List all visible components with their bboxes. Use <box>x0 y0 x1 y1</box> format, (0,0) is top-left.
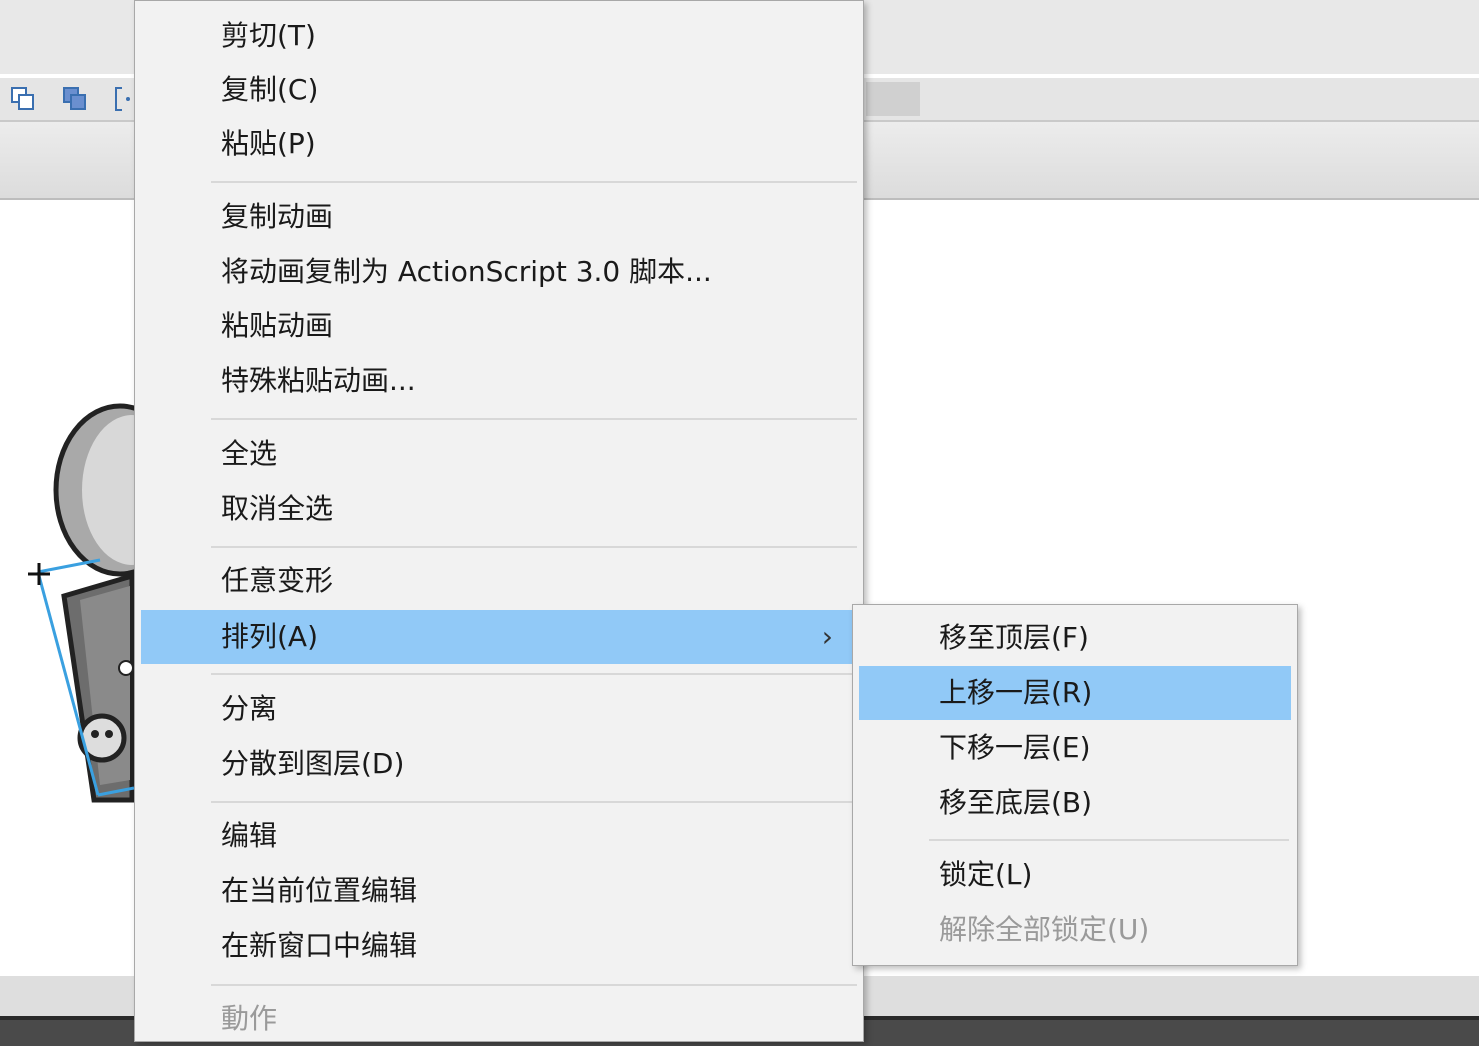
submenu-item-send-to-back[interactable]: 移至底层(B) <box>859 776 1291 830</box>
menu-item-copy-motion[interactable]: 复制动画 <box>141 190 853 244</box>
menu-item-paste[interactable]: 粘贴(P) <box>141 117 853 171</box>
menu-separator <box>211 673 857 675</box>
menu-separator <box>211 418 857 420</box>
menu-separator <box>929 839 1289 841</box>
submenu-item-bring-forward[interactable]: 上移一层(R) <box>859 666 1291 720</box>
submenu-item-bring-to-front[interactable]: 移至顶层(F) <box>859 611 1291 665</box>
bring-to-front-icon[interactable] <box>8 84 38 114</box>
chevron-right-icon: › <box>821 620 833 653</box>
menu-item-deselect-all[interactable]: 取消全选 <box>141 482 853 536</box>
submenu-item-send-backward[interactable]: 下移一层(E) <box>859 721 1291 775</box>
submenu-item-unlock-all: 解除全部锁定(U) <box>939 913 1150 946</box>
menu-item-arrange[interactable]: 排列(A) › <box>141 610 853 664</box>
context-menu: 剪切(T) 复制(C) 粘贴(P) 复制动画 将动画复制为 ActionScri… <box>134 0 864 1042</box>
menu-item-copy[interactable]: 复制(C) <box>141 63 853 117</box>
menu-item-cut[interactable]: 剪切(T) <box>141 9 853 63</box>
menu-item-paste-motion[interactable]: 粘贴动画 <box>141 299 853 353</box>
menu-item-select-all[interactable]: 全选 <box>141 427 853 481</box>
menu-item-distribute-to-layers[interactable]: 分散到图层(D) <box>141 737 853 791</box>
menu-item-edit-in-new-window[interactable]: 在新窗口中编辑 <box>141 919 853 973</box>
arrange-submenu: 移至顶层(F) 上移一层(R) 下移一层(E) 移至底层(B) 锁定(L) 解除… <box>852 604 1298 966</box>
menu-item-free-transform[interactable]: 任意变形 <box>141 554 853 608</box>
menu-separator <box>211 984 857 986</box>
menu-item-edit-in-place[interactable]: 在当前位置编辑 <box>141 864 853 918</box>
menu-item-break-apart[interactable]: 分离 <box>141 682 853 736</box>
menu-item-paste-motion-special[interactable]: 特殊粘贴动画... <box>141 354 853 408</box>
menu-separator <box>211 801 857 803</box>
menu-item-arrange-label: 排列(A) <box>221 620 319 653</box>
send-to-back-icon[interactable] <box>60 84 90 114</box>
submenu-item-lock[interactable]: 锁定(L) <box>859 848 1291 902</box>
toolbar-field[interactable] <box>866 82 920 116</box>
menu-separator <box>211 546 857 548</box>
menu-item-actions: 動作 <box>221 1002 278 1035</box>
menu-separator <box>211 181 857 183</box>
menu-item-copy-motion-as-as3[interactable]: 将动画复制为 ActionScript 3.0 脚本... <box>141 245 853 299</box>
menu-item-edit[interactable]: 编辑 <box>141 809 853 863</box>
character-icon[interactable] <box>20 400 140 820</box>
